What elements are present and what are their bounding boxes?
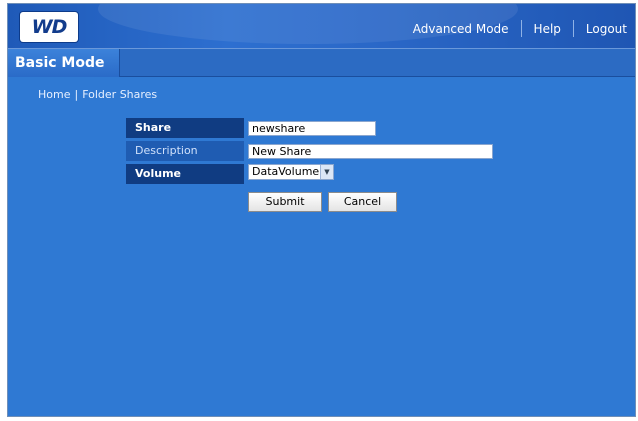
nav-divider — [520, 20, 522, 37]
breadcrumb: Home | Folder Shares — [38, 88, 157, 101]
basic-mode-tab[interactable]: Basic Mode — [8, 49, 120, 77]
description-label: Description — [126, 141, 244, 161]
share-label: Share — [126, 118, 244, 138]
help-link[interactable]: Help — [534, 22, 561, 36]
app-window: WD Advanced Mode Help Logout Basic Mode … — [7, 3, 636, 417]
volume-label: Volume — [126, 164, 244, 184]
share-input[interactable] — [248, 121, 376, 136]
nav-divider — [572, 20, 574, 37]
breadcrumb-home[interactable]: Home — [38, 88, 70, 101]
logout-link[interactable]: Logout — [586, 22, 627, 36]
cancel-button[interactable]: Cancel — [328, 192, 397, 212]
logo-text: WD — [31, 16, 68, 38]
wd-logo: WD — [20, 12, 78, 42]
top-bar: WD Advanced Mode Help Logout — [8, 4, 635, 48]
breadcrumb-folder-shares[interactable]: Folder Shares — [82, 88, 157, 101]
description-input[interactable] — [248, 144, 493, 159]
volume-select[interactable]: DataVolume ▼ — [248, 164, 334, 180]
top-nav: Advanced Mode Help Logout — [413, 20, 635, 37]
breadcrumb-separator: | — [74, 88, 79, 101]
chevron-down-icon[interactable]: ▼ — [320, 165, 333, 179]
mode-bar: Basic Mode — [8, 48, 635, 77]
main-content: Home |Folder Shares Share Description Vol… — [8, 77, 635, 416]
submit-button[interactable]: Submit — [248, 192, 322, 212]
volume-select-value: DataVolume — [252, 165, 320, 178]
advanced-mode-link[interactable]: Advanced Mode — [413, 22, 509, 36]
